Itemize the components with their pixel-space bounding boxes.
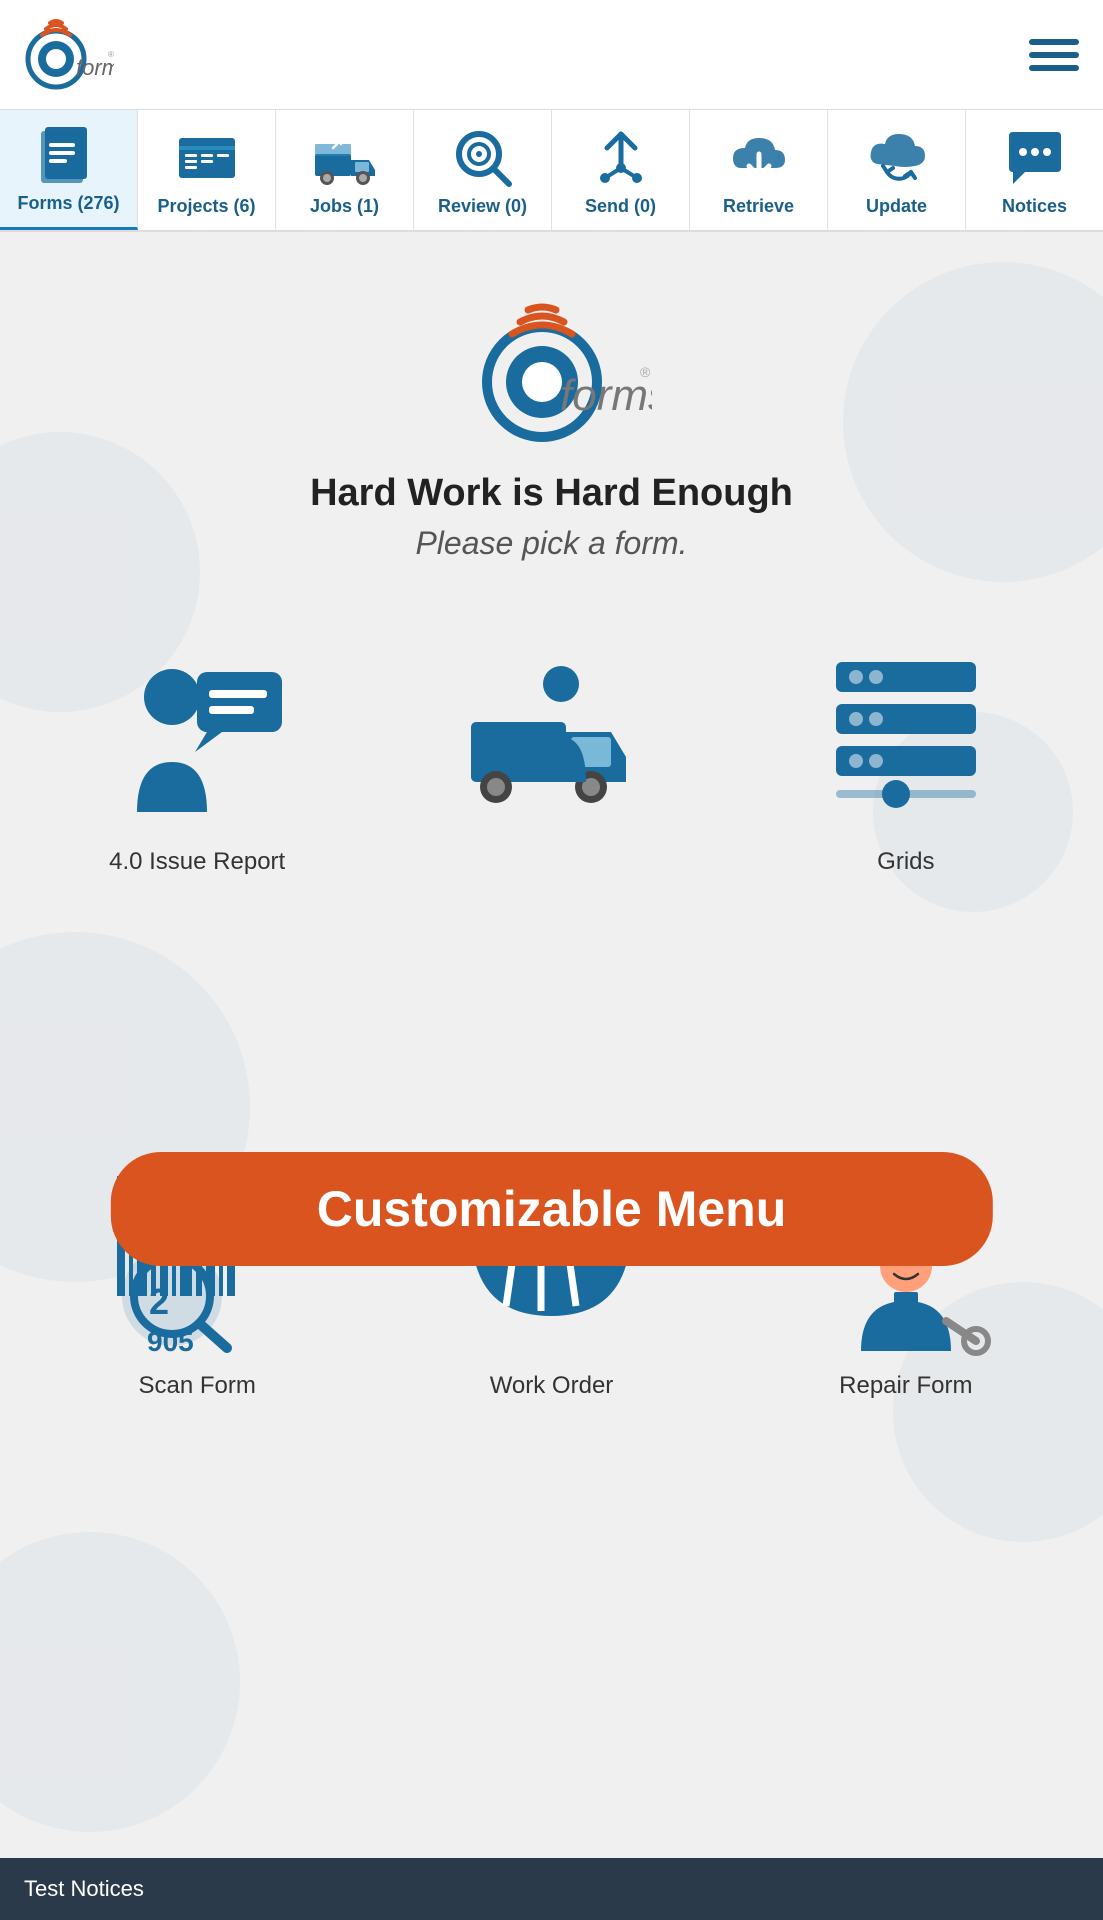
hero-logo: forms ® (452, 292, 652, 452)
bottom-bar-text: Test Notices (24, 1876, 144, 1901)
tab-send-label: Send (0) (585, 196, 656, 218)
tab-projects-label: Projects (6) (157, 196, 255, 218)
tab-jobs-label: Jobs (1) (310, 196, 379, 218)
grid-item-grids[interactable]: Grids (729, 612, 1083, 896)
tab-review[interactable]: Review (0) (414, 110, 552, 230)
svg-text:®: ® (108, 50, 114, 59)
svg-text:905: 905 (147, 1326, 194, 1356)
hamburger-menu-button[interactable] (1029, 35, 1079, 75)
grid-row-1: 4.0 Issue Report (0, 592, 1103, 896)
tab-notices[interactable]: Notices (966, 110, 1103, 230)
customizable-menu-banner[interactable]: Customizable Menu (110, 1152, 992, 1266)
tab-jobs[interactable]: Jobs (1) (276, 110, 414, 230)
tab-send[interactable]: Send (0) (552, 110, 690, 230)
svg-text:®: ® (640, 364, 651, 380)
tab-update-label: Update (866, 196, 927, 218)
update-icon (865, 126, 929, 190)
notices-icon (1003, 126, 1067, 190)
projects-icon (175, 126, 239, 190)
grids-icon (806, 632, 1006, 832)
svg-text:forms: forms (560, 371, 652, 420)
review-icon (451, 126, 515, 190)
grid-item-grids-label: Grids (877, 848, 934, 876)
tab-update[interactable]: Update (828, 110, 966, 230)
grid-item-scan-form-label: Scan Form (138, 1372, 255, 1400)
grid-item-center (374, 612, 728, 896)
tab-retrieve[interactable]: Retrieve (690, 110, 828, 230)
hero-subtitle: Please pick a form. (40, 525, 1063, 562)
grid-item-issue-report[interactable]: 4.0 Issue Report (20, 612, 374, 896)
main-content: forms ® Hard Work is Hard Enough Please … (0, 232, 1103, 1832)
jobs-icon (313, 126, 377, 190)
grid-item-repair-form-label: Repair Form (839, 1372, 972, 1400)
svg-text:2: 2 (149, 1281, 169, 1322)
hero-section: forms ® Hard Work is Hard Enough Please … (0, 232, 1103, 592)
forms-icon (37, 123, 101, 187)
tab-forms-label: Forms (276) (17, 193, 119, 215)
bg-decoration (0, 1532, 240, 1832)
tab-retrieve-label: Retrieve (723, 196, 794, 218)
grid-item-work-order-label: Work Order (490, 1372, 614, 1400)
retrieve-icon (727, 126, 791, 190)
send-icon (589, 126, 653, 190)
app-header: forms ® (0, 0, 1103, 110)
navigation-tabs: Forms (276) Projects (6) (0, 110, 1103, 232)
grid-item-issue-report-label: 4.0 Issue Report (109, 848, 285, 876)
hero-tagline: Hard Work is Hard Enough (40, 472, 1063, 515)
tab-notices-label: Notices (1002, 196, 1067, 218)
logo-area: forms ® (24, 17, 114, 92)
tab-forms[interactable]: Forms (276) (0, 110, 138, 230)
doforms-logo-icon: forms ® (24, 17, 114, 92)
issue-report-icon (97, 632, 297, 832)
center-icon (451, 632, 651, 832)
bottom-notification-bar[interactable]: Test Notices (0, 1858, 1103, 1920)
tab-projects[interactable]: Projects (6) (138, 110, 276, 230)
tab-review-label: Review (0) (438, 196, 527, 218)
